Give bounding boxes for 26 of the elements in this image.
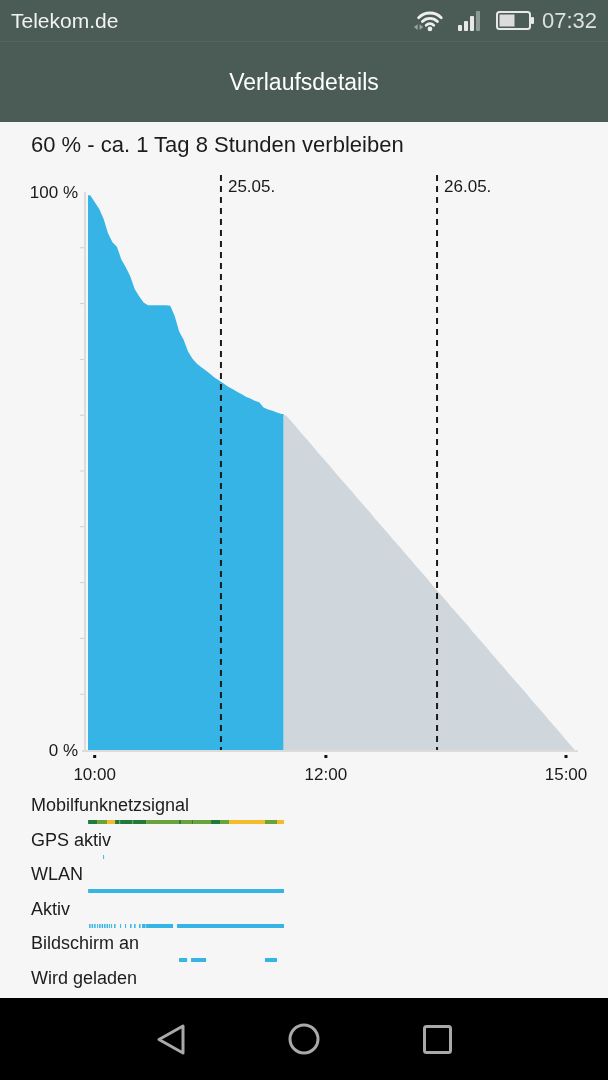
recents-icon[interactable] [422, 1024, 452, 1054]
date-label: 26.05. [444, 177, 492, 196]
carrier-name: Telekom.de [11, 8, 119, 33]
usage-label: Aktiv [31, 898, 70, 920]
screen-on-segment [265, 958, 277, 963]
usage-label: Wird geladen [31, 967, 138, 989]
x-axis-label: 10:00 [73, 765, 116, 784]
home-icon[interactable] [288, 1023, 320, 1055]
battery-icon [495, 11, 534, 30]
status-time: 07:32 [541, 7, 597, 34]
remaining-time-summary: 60 % - ca. 1 Tag 8 Stunden verbleiben [31, 133, 404, 157]
x-axis-label: 15:00 [544, 765, 588, 784]
screen-title: Verlaufsdetails [229, 68, 379, 96]
usage-label: Mobilfunknetzsignal [31, 795, 190, 816]
usage-label: Bildschirm an [31, 933, 140, 955]
usage-label: WLAN [31, 864, 83, 886]
y-axis-label: 0 % [48, 741, 78, 760]
y-axis-label: 100 % [29, 183, 78, 202]
screen-on-segment [179, 958, 188, 963]
date-label: 25.05. [227, 177, 276, 196]
back-icon[interactable] [156, 1022, 186, 1056]
x-axis-label: 12:00 [304, 765, 348, 784]
screen-on-segment [191, 958, 207, 963]
wifi-icon [412, 9, 445, 32]
usage-label: GPS aktiv [31, 829, 112, 851]
cell-signal-icon [457, 10, 481, 31]
